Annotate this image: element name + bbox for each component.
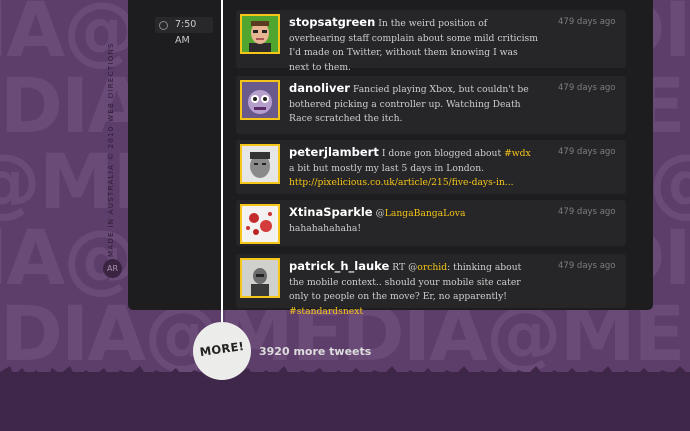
avatar-photo-icon [242, 146, 278, 182]
tweet-age[interactable]: 479 days ago [558, 147, 616, 157]
avatar-photo-icon [242, 260, 278, 296]
tweet-text: I done gon blogged about [381, 148, 505, 159]
mention-link[interactable]: orchid [417, 262, 447, 273]
avatar-splatter-icon [242, 206, 278, 242]
more-button-label: MORE! [198, 338, 246, 360]
tweet-body: XtinaSparkle @LangaBangaLova hahahahahaha… [289, 205, 539, 236]
tweet-username[interactable]: peterjlambert [289, 145, 379, 159]
tweet-body: stopsatgreen In the weird position of ove… [289, 15, 539, 75]
tweet-text: a bit but mostly my last 5 days in Londo… [289, 162, 485, 174]
more-button[interactable]: MORE! [193, 322, 251, 380]
tweet-username[interactable]: danoliver [289, 81, 350, 95]
tweet-username[interactable]: stopsatgreen [289, 15, 375, 29]
avatar-robot-icon [242, 82, 278, 118]
credit-text: MADE IN AUSTRALIA © 2010 WEB DIRECTIONS [107, 42, 115, 257]
tweet-body: patrick_h_lauke RT @orchid: thinking abou… [289, 259, 539, 319]
avatar-cartoon-icon [242, 16, 278, 52]
ar-badge[interactable]: AR [103, 259, 122, 278]
tweet-text: RT @ [392, 262, 418, 273]
tweet-age[interactable]: 479 days ago [558, 17, 616, 27]
made-in-australia-credit: MADE IN AUSTRALIA © 2010 WEB DIRECTIONS [104, 42, 118, 262]
tweet-card: danoliver Fancied playing Xbox, but could… [236, 76, 626, 134]
avatar[interactable] [240, 80, 280, 120]
hashtag-link[interactable]: #wdx [504, 148, 531, 159]
tweet-username[interactable]: XtinaSparkle [289, 205, 373, 219]
tweet-age[interactable]: 479 days ago [558, 261, 616, 271]
tweet-text: hahahahahaha! [289, 222, 362, 234]
time-text: 7:50 AM [175, 19, 197, 46]
avatar[interactable] [240, 258, 280, 298]
tweet-body: peterjlambert I done gon blogged about #w… [289, 145, 539, 191]
clock-icon [159, 21, 168, 30]
tweet-card: stopsatgreen In the weird position of ove… [236, 10, 626, 73]
avatar[interactable] [240, 204, 280, 244]
avatar[interactable] [240, 14, 280, 54]
avatar[interactable] [240, 144, 280, 184]
tweet-text: @ [375, 208, 385, 219]
more-tweets-count[interactable]: 3920 more tweets [259, 345, 371, 358]
tweet-username[interactable]: patrick_h_lauke [289, 259, 389, 273]
tweet-age[interactable]: 479 days ago [558, 207, 616, 217]
tweet-age[interactable]: 479 days ago [558, 83, 616, 93]
url-link[interactable]: http://pixelicious.co.uk/article/215/fiv… [289, 177, 514, 188]
tweet-card: XtinaSparkle @LangaBangaLova hahahahahaha… [236, 200, 626, 246]
mention-link[interactable]: LangaBangaLova [385, 208, 466, 219]
timeline-line [221, 0, 223, 324]
tweet-card: peterjlambert I done gon blogged about #w… [236, 140, 626, 194]
tweet-body: danoliver Fancied playing Xbox, but could… [289, 81, 539, 127]
hashtag-link[interactable]: #standardsnext [289, 306, 363, 317]
tweet-card: patrick_h_lauke RT @orchid: thinking abou… [236, 254, 626, 317]
time-label: 7:50 AM [155, 17, 213, 46]
paint-drips [0, 366, 690, 392]
